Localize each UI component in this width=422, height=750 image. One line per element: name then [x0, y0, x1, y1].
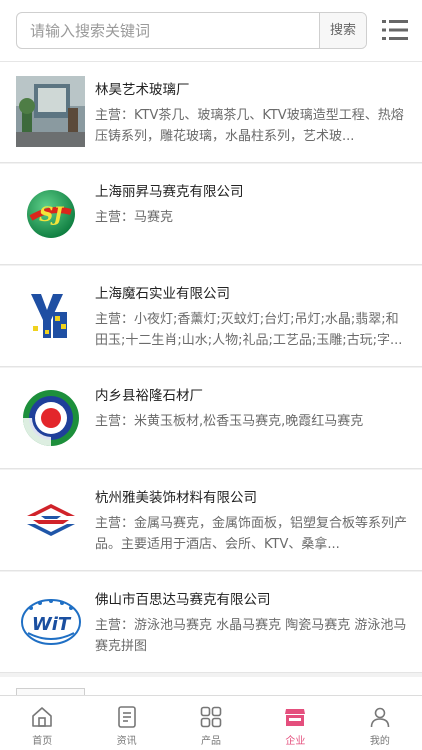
company-name: 上海丽昇马赛克有限公司 [95, 184, 244, 200]
search-input[interactable] [17, 13, 322, 48]
company-description: 主营：小夜灯;香薰灯;灭蚊灯;台灯;吊灯;水晶;翡翠;和田玉;十二生肖;山水;人… [95, 312, 403, 348]
grid-icon [200, 706, 222, 728]
tab-products[interactable]: 产品 [169, 696, 253, 750]
tab-home[interactable]: 首页 [0, 696, 84, 750]
company-photo [16, 76, 85, 147]
list-item[interactable]: 林昊艺术玻璃厂 主营：KTV茶几、玻璃茶几、KTV玻璃造型工程、热熔压铸系列，雕… [0, 62, 422, 163]
search-button[interactable]: 搜索 [319, 13, 366, 48]
tab-news[interactable]: 资讯 [84, 696, 168, 750]
search-box: 搜索 [16, 12, 367, 49]
tab-label: 首页 [32, 736, 53, 747]
home-icon [32, 707, 53, 727]
company-list: 林昊艺术玻璃厂 主营：KTV茶几、玻璃茶几、KTV玻璃造型工程、热熔压铸系列，雕… [0, 62, 422, 673]
tab-label: 产品 [201, 736, 222, 747]
tab-enterprise[interactable]: 企业 [253, 696, 337, 750]
company-description: 主营：游泳池马赛克 水晶马赛克 陶瓷马赛克 游泳池马赛克拼图 [95, 618, 407, 654]
company-name: 林昊艺术玻璃厂 [95, 82, 190, 98]
list-item[interactable]: 上海魔石实业有限公司 主营：小夜灯;香薰灯;灭蚊灯;台灯;吊灯;水晶;翡翠;和田… [0, 266, 422, 367]
tab-label: 企业 [285, 736, 306, 747]
list-item[interactable]: 杭州雅美装饰材料有限公司 主营：金属马赛克，金属饰面板，铝塑复合板等系列产品。主… [0, 470, 422, 571]
company-logo [16, 280, 85, 351]
list-menu-icon[interactable] [382, 18, 408, 42]
partially-visible-list-item[interactable] [0, 677, 422, 697]
company-logo: WiT [16, 586, 85, 657]
company-description: 主营：KTV茶几、玻璃茶几、KTV玻璃造型工程、热熔压铸系列，雕花玻璃，水晶柱系… [95, 108, 404, 144]
bottom-tab-bar: 首页 资讯 产品 企业 我的 [0, 695, 422, 750]
company-logo [16, 484, 85, 555]
company-name: 杭州雅美装饰材料有限公司 [95, 490, 257, 506]
company-name: 上海魔石实业有限公司 [95, 286, 230, 302]
list-item[interactable]: WiT 佛山市百思达马赛克有限公司 主营：游泳池马赛克 水晶马赛克 陶瓷马赛克 … [0, 572, 422, 673]
tab-label: 我的 [369, 736, 390, 747]
news-icon [117, 706, 136, 728]
company-description: 主营：马赛克 [95, 210, 174, 225]
logo-lettering: SJ [39, 202, 64, 226]
list-item[interactable]: 内乡县裕隆石材厂 主营：米黄玉板材,松香玉马赛克,晚霞红马赛克 [0, 368, 422, 469]
shop-icon [285, 709, 306, 726]
company-logo [16, 382, 85, 453]
company-name: 佛山市百思达马赛克有限公司 [95, 592, 271, 608]
top-header: 搜索 [0, 0, 422, 62]
company-name: 内乡县裕隆石材厂 [95, 388, 203, 404]
company-description: 主营：金属马赛克，金属饰面板，铝塑复合板等系列产品。主要适用于酒店、会所、KTV… [95, 516, 408, 552]
list-item[interactable]: SJ 上海丽昇马赛克有限公司 主营：马赛克 [0, 164, 422, 265]
tab-mine[interactable]: 我的 [338, 696, 422, 750]
tab-label: 资讯 [116, 736, 137, 747]
company-description: 主营：米黄玉板材,松香玉马赛克,晚霞红马赛克 [95, 414, 364, 429]
company-logo: SJ [16, 178, 85, 249]
user-icon [370, 707, 390, 728]
logo-lettering: WiT [31, 614, 71, 635]
